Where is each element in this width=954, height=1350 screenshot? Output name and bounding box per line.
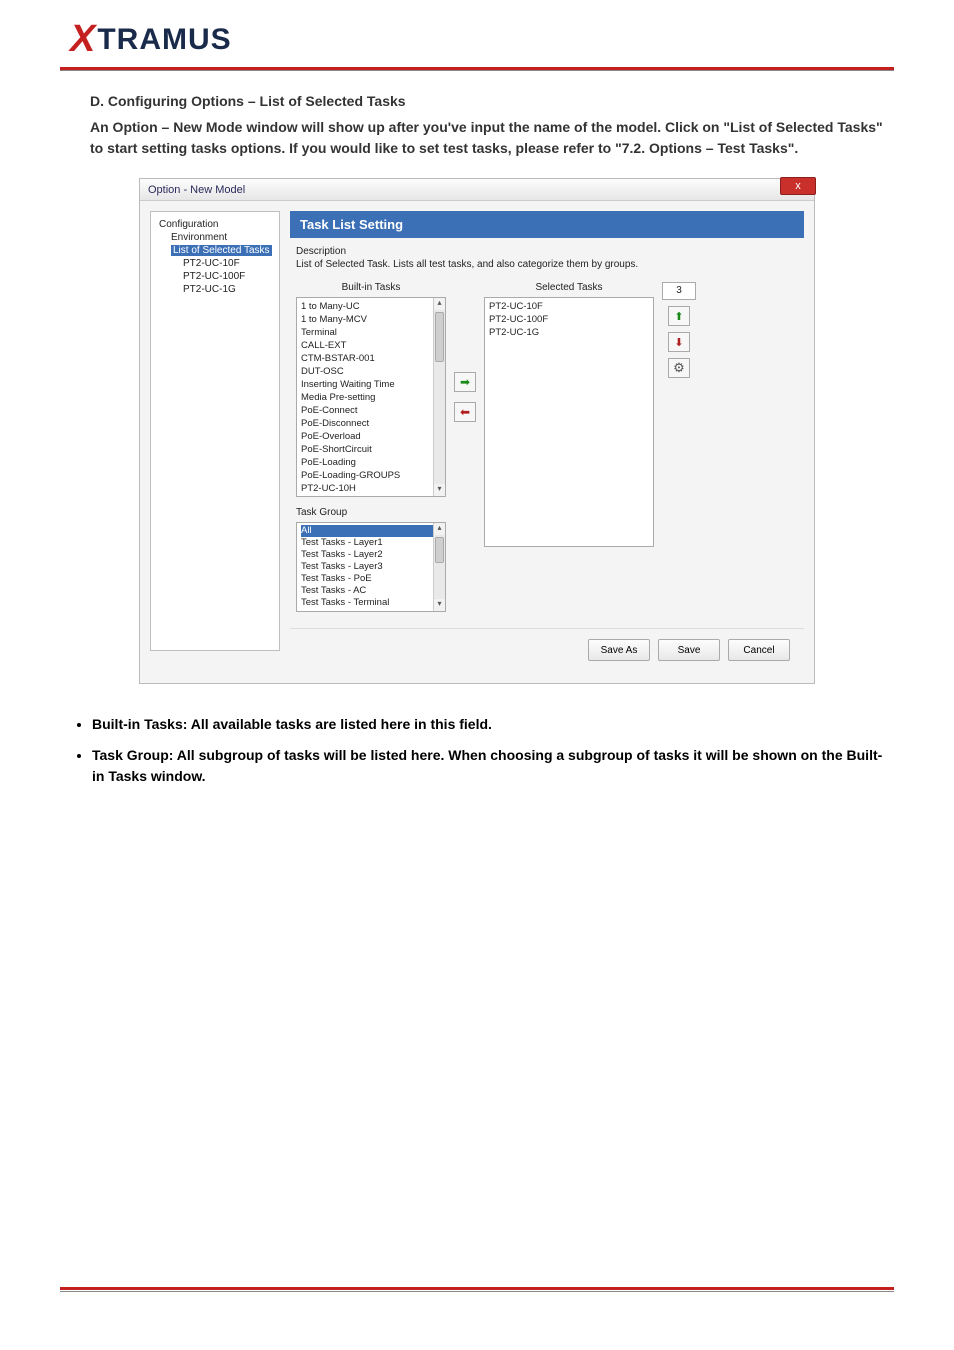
list-item[interactable]: Test Tasks - Layer2 [301, 549, 441, 561]
bullet-taskgroup: Task Group: All subgroup of tasks will b… [92, 745, 884, 787]
remove-task-button[interactable]: ⬅ [454, 402, 476, 422]
list-item[interactable]: PoE-Loading [301, 456, 441, 469]
screenshot-window: Option - New Model x Configuration Envir… [139, 178, 815, 684]
tree-pt2-uc-10f[interactable]: PT2-UC-10F [155, 257, 275, 270]
arrow-up-icon: ⬆ [674, 310, 683, 323]
list-item[interactable]: PT2-UC-10F [489, 300, 649, 313]
logo-text: TRAMUS [97, 23, 231, 57]
list-item[interactable]: PoE-Disconnect [301, 417, 441, 430]
scrollbar[interactable]: ▴ ▾ [433, 523, 445, 611]
selected-tasks-list[interactable]: PT2-UC-10FPT2-UC-100FPT2-UC-1G [484, 297, 654, 547]
section-heading: D. Configuring Options – List of Selecte… [90, 91, 884, 113]
scroll-up-icon[interactable]: ▴ [434, 523, 445, 535]
arrow-left-icon: ⬅ [460, 405, 470, 419]
tree-list-selected-tasks[interactable]: List of Selected Tasks [155, 244, 275, 257]
section-intro: D. Configuring Options – List of Selecte… [0, 71, 954, 160]
arrow-down-icon: ⬇ [674, 336, 683, 349]
list-item[interactable]: PT2-UC-10F [301, 495, 441, 497]
footer-rule-red [60, 1287, 894, 1290]
list-item[interactable]: PoE-Overload [301, 430, 441, 443]
scrollbar[interactable]: ▴ ▾ [433, 298, 445, 496]
list-item[interactable]: DUT-OSC [301, 365, 441, 378]
task-group-list[interactable]: AllTest Tasks - Layer1Test Tasks - Layer… [296, 522, 446, 612]
header: X TRAMUS [0, 0, 954, 61]
list-item[interactable]: Test Tasks - Terminal [301, 597, 441, 609]
nav-tree[interactable]: Configuration Environment List of Select… [150, 211, 280, 651]
builtin-tasks-label: Built-in Tasks [342, 282, 401, 293]
footer-rule-thin [60, 1291, 894, 1292]
gear-icon: ⚙ [673, 360, 685, 376]
save-button[interactable]: Save [658, 639, 720, 661]
list-item[interactable]: PT2-UC-10H [301, 482, 441, 495]
list-item[interactable]: PoE-ShortCircuit [301, 443, 441, 456]
save-as-button[interactable]: Save As [588, 639, 650, 661]
list-item[interactable]: Test Tasks - PoE [301, 573, 441, 585]
scroll-up-icon[interactable]: ▴ [434, 298, 445, 310]
tree-pt2-uc-1g[interactable]: PT2-UC-1G [155, 283, 275, 296]
section-paragraph: An Option – New Mode window will show up… [90, 117, 884, 160]
panel-title: Task List Setting [290, 211, 804, 238]
bullet-section: Built-in Tasks: All available tasks are … [0, 684, 954, 787]
list-item[interactable]: Test Tasks - AC [301, 585, 441, 597]
list-item[interactable]: Inserting Waiting Time [301, 378, 441, 391]
scroll-thumb[interactable] [435, 537, 444, 563]
list-item[interactable]: Media Pre-setting [301, 391, 441, 404]
close-button[interactable]: x [780, 177, 816, 195]
list-item[interactable]: PoE-Connect [301, 404, 441, 417]
list-item[interactable]: Test Tasks - Layer3 [301, 561, 441, 573]
selected-tasks-label: Selected Tasks [535, 282, 602, 293]
add-task-button[interactable]: ➡ [454, 372, 476, 392]
list-item[interactable]: Terminal [301, 326, 441, 339]
list-item[interactable]: CTM-BSTAR-001 [301, 352, 441, 365]
list-item[interactable]: All [301, 525, 441, 537]
bullet-builtin: Built-in Tasks: All available tasks are … [92, 714, 884, 735]
scroll-thumb[interactable] [435, 312, 444, 362]
description-label: Description [296, 246, 798, 257]
selected-count: 3 [662, 282, 696, 300]
list-item[interactable]: CALL-EXT [301, 339, 441, 352]
window-titlebar: Option - New Model x [140, 179, 814, 201]
list-item[interactable]: PT2-UC-100F [489, 313, 649, 326]
list-item[interactable]: PT2-UC-1G [489, 326, 649, 339]
logo-x: X [70, 18, 95, 61]
tree-configuration[interactable]: Configuration [155, 218, 275, 231]
cancel-button[interactable]: Cancel [728, 639, 790, 661]
list-item[interactable]: 1 to Many-UC [301, 300, 441, 313]
configure-task-button[interactable]: ⚙ [668, 358, 690, 378]
window-title: Option - New Model [148, 184, 245, 196]
arrow-right-icon: ➡ [460, 375, 470, 389]
list-item[interactable]: Test Tasks - Layer1 [301, 537, 441, 549]
move-down-button[interactable]: ⬇ [668, 332, 690, 352]
task-group-label: Task Group [296, 507, 446, 518]
tree-selected-label: List of Selected Tasks [171, 245, 272, 256]
tree-environment[interactable]: Environment [155, 231, 275, 244]
list-item[interactable]: 1 to Many-MCV [301, 313, 441, 326]
description-text: List of Selected Task. Lists all test ta… [296, 259, 798, 270]
move-up-button[interactable]: ⬆ [668, 306, 690, 326]
scroll-down-icon[interactable]: ▾ [434, 599, 445, 611]
logo: X TRAMUS [70, 18, 954, 61]
builtin-tasks-list[interactable]: 1 to Many-UC1 to Many-MCVTerminalCALL-EX… [296, 297, 446, 497]
list-item[interactable]: PoE-Loading-GROUPS [301, 469, 441, 482]
scroll-down-icon[interactable]: ▾ [434, 484, 445, 496]
tree-pt2-uc-100f[interactable]: PT2-UC-100F [155, 270, 275, 283]
